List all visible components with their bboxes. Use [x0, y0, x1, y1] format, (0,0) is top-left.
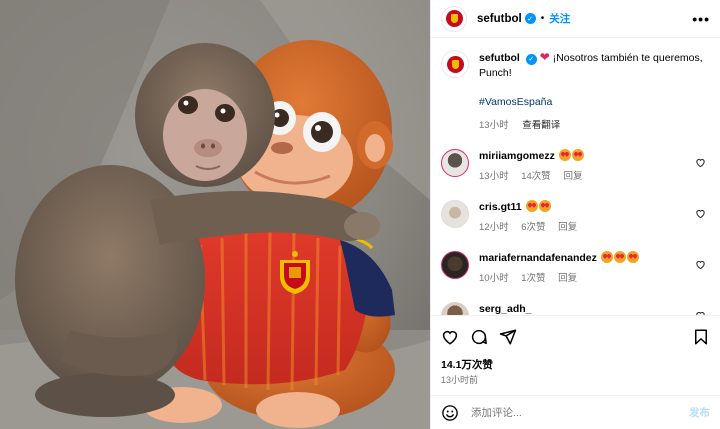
- comment-time: 10小时: [479, 273, 509, 284]
- comment-likes[interactable]: 14次赞: [521, 171, 551, 182]
- commenter-username[interactable]: miriiamgomezz: [479, 150, 555, 162]
- post-detail-panel: sefutbol ✓ • 关注 ••• sefutbol ✓ ❤ ¡Nosotr…: [430, 0, 720, 429]
- commenter-avatar[interactable]: [441, 302, 469, 315]
- caption-time: 13小时: [479, 120, 509, 131]
- see-translation-link[interactable]: 查看翻译: [522, 120, 560, 131]
- comment-time: 13小时: [479, 171, 509, 182]
- heart-eyes-emoji-icon: [600, 251, 613, 263]
- comment-like-heart-icon[interactable]: [695, 208, 706, 219]
- post-header: sefutbol ✓ • 关注 •••: [431, 0, 720, 38]
- post-timestamp: 13小时前: [441, 375, 479, 385]
- commenter-username[interactable]: mariafernandafenandez: [479, 252, 597, 264]
- commenter-username[interactable]: serg_adh_: [479, 303, 532, 315]
- heart-eyes-emoji-icon: [626, 251, 639, 263]
- comment-like-heart-icon[interactable]: [695, 259, 706, 270]
- comment-item: mariafernandafenandez 10小时 1次赞 回复: [441, 251, 710, 286]
- reply-button[interactable]: 回复: [558, 222, 577, 233]
- commenter-avatar[interactable]: [441, 149, 469, 177]
- author-avatar[interactable]: [441, 5, 467, 32]
- comment-item: serg_adh_: [441, 302, 710, 315]
- reply-button[interactable]: 回复: [563, 171, 582, 182]
- comment-time: 12小时: [479, 222, 509, 233]
- more-options-icon[interactable]: •••: [692, 11, 710, 27]
- comment-item: cris.gt11 12小时 6次赞 回复: [441, 200, 710, 235]
- comment-likes[interactable]: 1次赞: [521, 273, 545, 284]
- share-icon[interactable]: [499, 328, 517, 346]
- comment-likes[interactable]: 6次赞: [521, 222, 545, 233]
- red-heart-emoji-icon: ❤: [539, 50, 550, 64]
- reply-button[interactable]: 回复: [558, 273, 577, 284]
- follow-button[interactable]: 关注: [549, 11, 570, 26]
- post-actions-bar: [431, 315, 720, 357]
- verified-badge-icon: ✓: [524, 13, 536, 24]
- commenter-avatar[interactable]: [441, 200, 469, 228]
- comment-composer: 发布: [431, 395, 720, 429]
- heart-eyes-emoji-icon: [525, 200, 538, 212]
- caption-author-avatar[interactable]: [441, 50, 469, 78]
- comment-input[interactable]: [471, 406, 689, 419]
- separator-dot: •: [540, 13, 545, 24]
- rfef-crest-icon: [445, 10, 463, 27]
- bookmark-icon[interactable]: [692, 328, 710, 346]
- commenter-avatar[interactable]: [441, 251, 469, 279]
- heart-eyes-emoji-icon: [538, 200, 551, 212]
- post-photo[interactable]: [0, 0, 430, 429]
- rfef-crest-icon: [446, 55, 464, 73]
- verified-badge-icon: ✓: [525, 54, 537, 65]
- monkey-hugging-plush-image: [0, 0, 430, 429]
- emoji-icon[interactable]: [441, 404, 459, 422]
- like-count[interactable]: 14.1万次赞: [441, 357, 493, 372]
- heart-eyes-emoji-icon: [613, 251, 626, 263]
- caption-username[interactable]: sefutbol: [479, 52, 520, 64]
- commenter-username[interactable]: cris.gt11: [479, 201, 522, 213]
- post-comment-button[interactable]: 发布: [689, 405, 710, 420]
- author-username[interactable]: sefutbol: [477, 13, 522, 25]
- heart-eyes-emoji-icon: [558, 149, 571, 161]
- comments-section[interactable]: sefutbol ✓ ❤ ¡Nosotros también te querem…: [431, 38, 720, 315]
- comment-item: miriiamgomezz 13小时 14次赞 回复: [441, 149, 710, 184]
- heart-eyes-emoji-icon: [571, 149, 584, 161]
- post-caption: sefutbol ✓ ❤ ¡Nosotros también te querem…: [441, 50, 710, 133]
- comment-like-heart-icon[interactable]: [695, 157, 706, 168]
- hashtag-link[interactable]: #VamosEspaña: [479, 95, 710, 110]
- heart-icon[interactable]: [441, 328, 459, 346]
- comment-icon[interactable]: [470, 328, 488, 346]
